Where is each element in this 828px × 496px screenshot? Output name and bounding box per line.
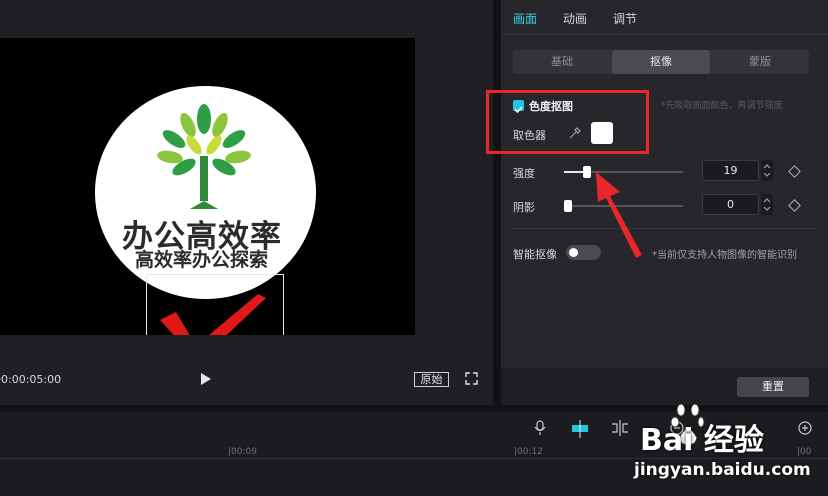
properties-panel: 画面 动画 调节 基础 抠像 蒙版 色度抠图 *先吸取画面颜色，再调节强度 取色… xyxy=(501,0,828,405)
shadow-knob[interactable] xyxy=(564,200,572,212)
smart-key-hint: *当前仅支持人物图像的智能识别 xyxy=(652,250,797,261)
toggle-knob xyxy=(569,248,578,257)
microphone-icon[interactable] xyxy=(533,420,547,436)
player-header xyxy=(0,0,493,38)
tab-animation[interactable]: 动画 xyxy=(563,10,587,27)
chroma-key-label: 色度抠图 xyxy=(529,100,573,113)
smart-key-label: 智能抠像 xyxy=(513,248,557,261)
player-panel: 办公高效率 高效率办公探索 00:00:05:00 原始 xyxy=(0,0,493,405)
preview-canvas[interactable]: 办公高效率 高效率办公探索 xyxy=(0,38,415,335)
timecode: 00:00:05:00 xyxy=(0,373,62,386)
play-icon[interactable] xyxy=(199,372,213,386)
logo-subtitle: 高效率办公探索 xyxy=(135,249,269,271)
split-icon[interactable] xyxy=(611,420,629,436)
fullscreen-icon[interactable] xyxy=(465,372,478,385)
shadow-stepper[interactable] xyxy=(761,194,773,215)
segment-control: 基础 抠像 蒙版 xyxy=(513,50,809,74)
shadow-keyframe-icon[interactable] xyxy=(788,199,801,212)
stepper-arrows-icon xyxy=(763,164,771,177)
tree-logo-icon xyxy=(157,104,251,209)
red-check-icon xyxy=(160,294,266,335)
shadow-input[interactable]: 0 xyxy=(702,194,759,215)
checkmark-icon xyxy=(514,106,523,114)
color-picker-label: 取色器 xyxy=(513,129,546,142)
tick-label: |00:09 xyxy=(228,447,257,457)
tick-label: |00 xyxy=(797,447,812,457)
strength-label: 强度 xyxy=(513,167,535,180)
annotation-arrow-icon xyxy=(596,172,642,258)
app-root: 办公高效率 高效率办公探索 00:00:05:00 原始 画面 动画 调节 基础… xyxy=(0,0,828,496)
section-divider xyxy=(513,228,816,229)
watermark-text: Bai 经验 xyxy=(640,423,764,458)
segment-keying[interactable]: 抠像 xyxy=(612,50,710,74)
picked-color-swatch[interactable] xyxy=(591,122,613,144)
shadow-label: 阴影 xyxy=(513,201,535,214)
tab-adjust[interactable]: 调节 xyxy=(613,10,637,27)
original-ratio-button[interactable]: 原始 xyxy=(414,372,449,387)
strength-stepper[interactable] xyxy=(761,160,773,181)
tab-picture[interactable]: 画面 xyxy=(513,10,537,27)
strength-keyframe-icon[interactable] xyxy=(788,165,801,178)
reset-button[interactable]: 重置 xyxy=(737,377,809,397)
tick-label: |00:12 xyxy=(514,447,543,457)
chroma-key-checkbox[interactable] xyxy=(513,100,524,114)
segment-mask[interactable]: 蒙版 xyxy=(711,50,809,74)
zoom-in-icon[interactable] xyxy=(797,420,813,436)
strength-input[interactable]: 19 xyxy=(702,160,759,181)
tabs-divider xyxy=(501,34,828,35)
chroma-hint: *先吸取画面颜色，再调节强度 xyxy=(661,101,783,111)
stepper-arrows-icon xyxy=(763,198,771,211)
watermark-url: jingyan.baidu.com xyxy=(634,460,811,480)
auto-snap-icon[interactable] xyxy=(570,420,590,438)
eyedropper-icon[interactable] xyxy=(568,126,582,140)
segment-basic[interactable]: 基础 xyxy=(513,50,611,74)
property-tabs: 画面 动画 调节 xyxy=(501,0,828,34)
